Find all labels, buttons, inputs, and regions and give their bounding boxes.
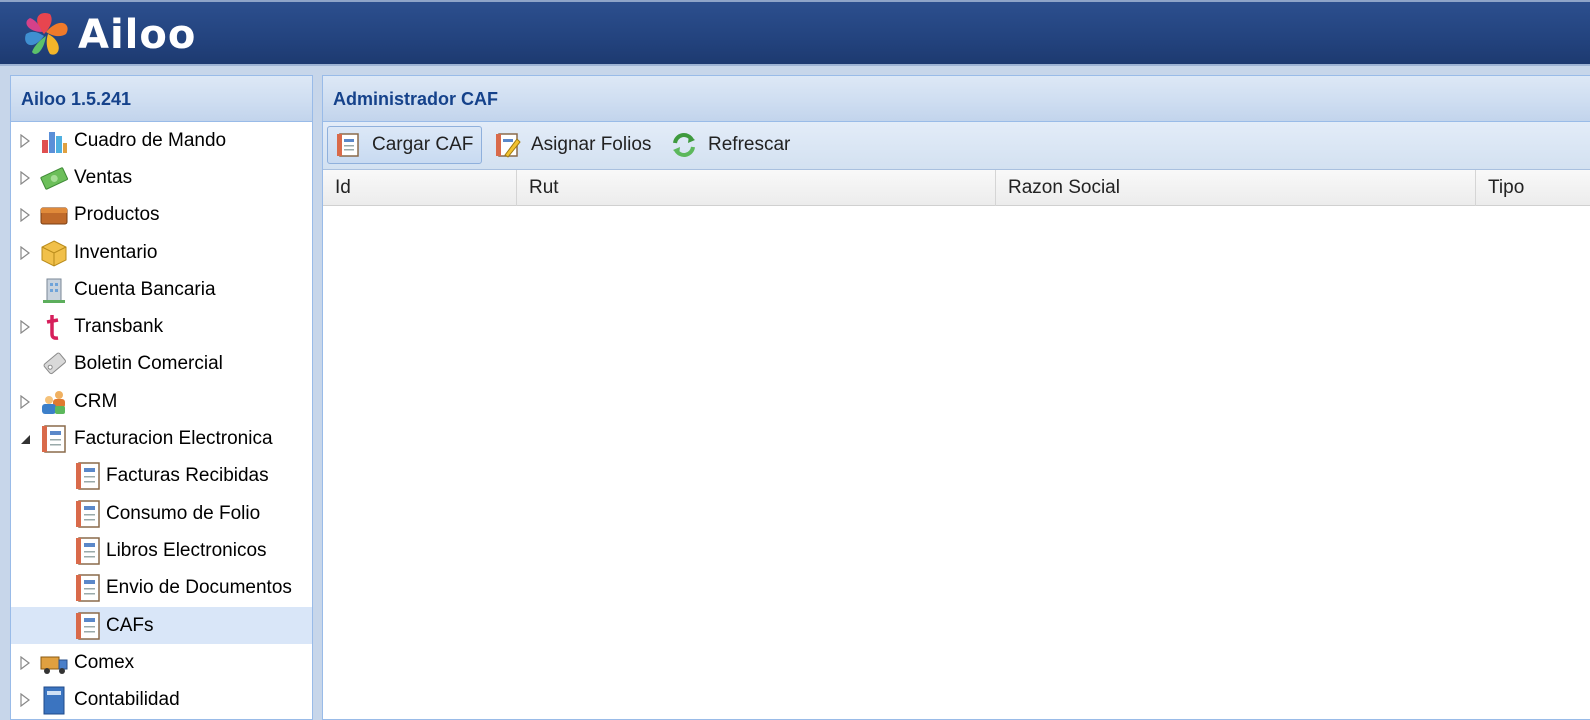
nav-item-crm[interactable]: CRM [11,383,312,420]
grid-header: Id Rut Razon Social Tipo [323,170,1590,206]
nav-item-comex[interactable]: Comex [11,644,312,681]
collapsed-arrow-icon[interactable] [19,320,31,335]
nav-item-label: Envio de Documentos [106,577,292,599]
nav-item-label: Boletin Comercial [74,353,223,375]
nav-item-label: Transbank [74,316,164,338]
refrescar-button[interactable]: Refrescar [664,126,798,164]
caf-admin-panel: Administrador CAF Cargar CAF Asignar Fol… [322,75,1590,720]
document-icon [73,499,103,529]
collapsed-arrow-icon[interactable] [19,245,31,260]
nav-item-label: Comex [74,651,135,673]
chart-icon [39,126,69,156]
document-icon [337,133,359,157]
brand-name: Ailoo [78,12,197,58]
nav-item-cafs[interactable]: CAFs [11,606,312,645]
nav-item-label: CRM [74,390,118,412]
nav-item-label: Facturas Recibidas [106,465,269,487]
transbank-icon [39,312,69,342]
column-header-id[interactable]: Id [323,170,517,206]
nav-item-label: Libros Electronicos [106,539,267,561]
cargar-caf-button[interactable]: Cargar CAF [327,126,483,164]
nav-item-ventas[interactable]: Ventas [11,159,312,196]
collapsed-arrow-icon[interactable] [19,693,31,708]
navigation-panel: Ailoo 1.5.241 Cuadro de Mando Ventas Produ… [10,75,313,720]
collapsed-arrow-icon[interactable] [19,133,31,148]
refrescar-label: Refrescar [708,134,791,155]
nav-item-label: Cuenta Bancaria [74,278,216,300]
collapsed-arrow-icon[interactable] [19,208,31,223]
nav-item-facturas-recibidas[interactable]: Facturas Recibidas [11,458,312,495]
app-header: Ailoo [0,0,1590,66]
column-header-razon-social[interactable]: Razon Social [996,170,1476,206]
nav-item-label: CAFs [106,614,154,636]
cargar-caf-label: Cargar CAF [372,134,474,155]
money-icon [39,163,69,193]
nav-item-cuadro-de-mando[interactable]: Cuadro de Mando [11,122,312,159]
refresh-icon [673,133,695,157]
nav-item-label: Productos [74,204,160,226]
ledger-icon [39,685,69,715]
column-header-tipo[interactable]: Tipo [1476,170,1590,206]
expanded-arrow-icon[interactable] [19,432,31,446]
document-icon [73,573,103,603]
nav-item-label: Ventas [74,166,133,188]
nav-item-label: Consumo de Folio [106,502,261,524]
nav-item-consumo-de-folio[interactable]: Consumo de Folio [11,495,312,532]
document-icon [73,536,103,566]
nav-item-facturacion-electronica[interactable]: Facturacion Electronica [11,420,312,457]
nav-item-inventario[interactable]: Inventario [11,234,312,271]
tag-icon [39,349,69,379]
bank-icon [39,275,69,305]
nav-item-boletin-comercial[interactable]: Boletin Comercial [11,346,312,383]
navigation-panel-title: Ailoo 1.5.241 [11,76,312,122]
document-icon [39,424,69,454]
collapsed-arrow-icon[interactable] [19,394,31,409]
nav-item-cuenta-bancaria[interactable]: Cuenta Bancaria [11,271,312,308]
nav-item-transbank[interactable]: Transbank [11,308,312,345]
document-icon [73,611,103,641]
package-icon [39,238,69,268]
collapsed-arrow-icon[interactable] [19,655,31,670]
nav-item-envio-de-documentos[interactable]: Envio de Documentos [11,570,312,607]
nav-item-label: Contabilidad [74,689,180,711]
ailoo-logo-icon [25,12,68,55]
grid-body [323,206,1590,719]
box-icon [39,200,69,230]
edit-document-icon [496,133,521,158]
panel-title: Administrador CAF [323,76,1590,122]
navigation-tree: Cuadro de Mando Ventas Productos Inventario… [11,122,312,719]
asignar-folios-label: Asignar Folios [531,134,652,155]
nav-item-contabilidad[interactable]: Contabilidad [11,681,312,718]
nav-item-libros-electronicos[interactable]: Libros Electronicos [11,532,312,569]
column-header-rut[interactable]: Rut [517,170,996,206]
nav-item-label: Inventario [74,241,158,263]
nav-item-productos[interactable]: Productos [11,197,312,234]
toolbar: Cargar CAF Asignar Folios Refrescar [323,122,1590,170]
nav-item-label: Cuadro de Mando [74,129,227,151]
users-icon [39,387,69,417]
nav-item-label: Facturacion Electronica [74,428,273,450]
collapsed-arrow-icon[interactable] [19,170,31,185]
document-icon [73,461,103,491]
truck-icon [39,648,69,678]
asignar-folios-button[interactable]: Asignar Folios [487,126,659,164]
